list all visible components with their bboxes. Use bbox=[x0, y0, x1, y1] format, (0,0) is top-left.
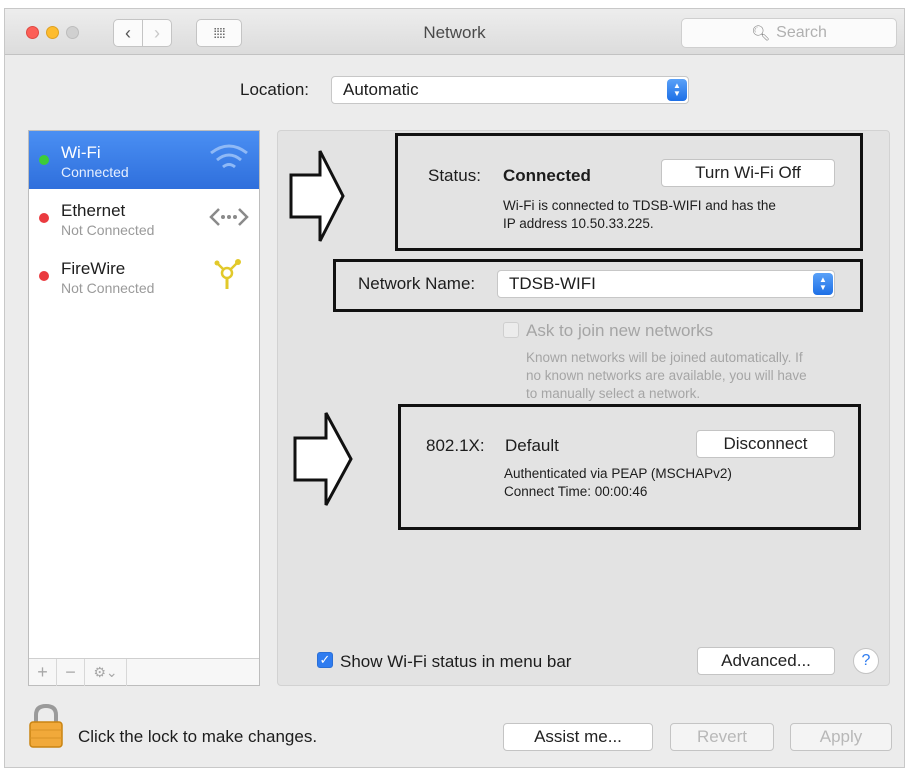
top-strip bbox=[0, 0, 907, 8]
service-list-toolbar: + − ⚙⌄ bbox=[29, 658, 259, 686]
annotation-box-status bbox=[395, 133, 863, 251]
apply-button[interactable]: Apply bbox=[790, 723, 892, 751]
service-status: Not Connected bbox=[61, 222, 155, 238]
ask-to-join-label: Ask to join new networks bbox=[526, 321, 714, 340]
service-name: FireWire bbox=[61, 259, 126, 278]
revert-button[interactable]: Revert bbox=[670, 723, 774, 751]
status-dot bbox=[39, 155, 49, 165]
search-field[interactable]: 🔍︎ Search bbox=[681, 18, 897, 48]
wifi-icon bbox=[210, 144, 248, 169]
search-placeholder: Search bbox=[776, 24, 827, 41]
lock-hint-text: Click the lock to make changes. bbox=[78, 727, 318, 746]
remove-service-button[interactable]: − bbox=[57, 658, 85, 686]
ethernet-icon bbox=[209, 208, 249, 226]
service-status: Connected bbox=[61, 164, 129, 180]
location-popup[interactable]: Automatic ▲ ▼ bbox=[331, 76, 689, 104]
search-icon: 🔍︎ bbox=[751, 25, 771, 42]
service-item-wifi[interactable]: Wi-Fi Connected bbox=[29, 131, 259, 189]
show-wifi-status-checkbox[interactable]: ✓ bbox=[317, 652, 333, 668]
annotation-arrow-right-icon bbox=[293, 412, 353, 506]
advanced-button[interactable]: Advanced... bbox=[697, 647, 835, 675]
title-bar: ‹ › ⁞⁞⁞⁞ Network 🔍︎ Search bbox=[5, 9, 904, 55]
help-button[interactable]: ? bbox=[853, 648, 879, 674]
annotation-box-dot1x bbox=[398, 404, 861, 530]
ask-to-join-help-line1: Known networks will be joined automatica… bbox=[526, 350, 803, 365]
status-dot bbox=[39, 271, 49, 281]
service-item-ethernet[interactable]: Ethernet Not Connected bbox=[29, 189, 259, 247]
gear-icon[interactable]: ⚙⌄ bbox=[85, 658, 127, 686]
lock-icon[interactable] bbox=[28, 703, 64, 749]
status-dot bbox=[39, 213, 49, 223]
location-popup-arrows-icon: ▲ ▼ bbox=[667, 79, 687, 101]
annotation-box-network-name bbox=[333, 259, 863, 312]
firewire-icon bbox=[214, 259, 241, 289]
location-value: Automatic bbox=[343, 80, 419, 99]
service-status: Not Connected bbox=[61, 280, 155, 296]
service-name: Wi-Fi bbox=[61, 143, 101, 162]
assist-me-button[interactable]: Assist me... bbox=[503, 723, 653, 751]
service-name: Ethernet bbox=[61, 201, 126, 220]
annotation-arrow-right-icon bbox=[289, 150, 345, 242]
ask-to-join-checkbox[interactable] bbox=[503, 322, 519, 338]
ask-to-join-help-line3: to manually select a network. bbox=[526, 386, 701, 401]
service-item-firewire[interactable]: FireWire Not Connected bbox=[29, 247, 259, 305]
ask-to-join-help-line2: no known networks are available, you wil… bbox=[526, 368, 807, 383]
show-wifi-status-label: Show Wi-Fi status in menu bar bbox=[340, 652, 572, 671]
location-label: Location: bbox=[240, 80, 309, 99]
add-service-button[interactable]: + bbox=[29, 658, 57, 686]
service-list: Wi-Fi Connected Ethernet Not Connected F… bbox=[28, 130, 260, 686]
